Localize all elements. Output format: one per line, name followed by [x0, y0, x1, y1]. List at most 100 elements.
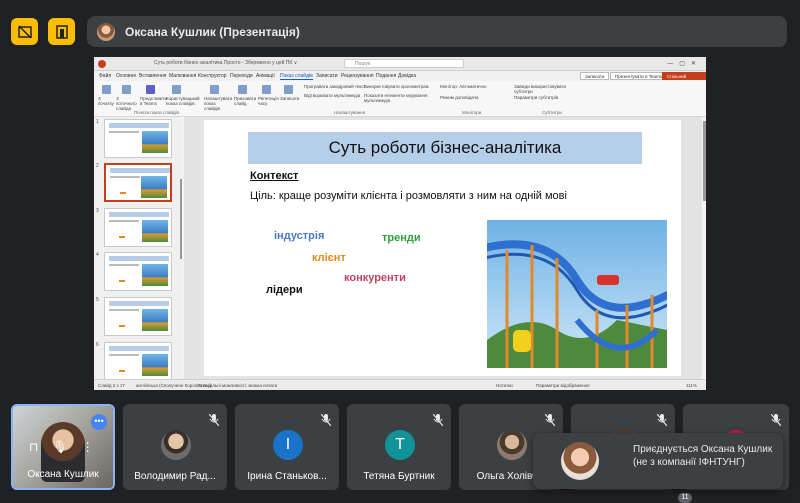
menu-draw[interactable]: Малювання	[169, 73, 196, 79]
window-controls[interactable]: —▢✕	[667, 60, 702, 67]
mic-icon[interactable]: 🎙	[52, 440, 67, 454]
word-client: клієнт	[312, 252, 346, 264]
hide-slide-icon[interactable]	[238, 85, 247, 94]
checkbox-timings[interactable]: Використовувати хронометраж	[364, 84, 434, 89]
join-notification-text: Приєднується Оксана Кушлик (не з компані…	[633, 444, 773, 468]
menu-slideshow[interactable]: Показ слайдів	[280, 73, 313, 80]
checkbox-media-controls[interactable]: Показати елементи керування мультимедіа	[364, 93, 439, 103]
window-title: Суть роботи бізнес-аналітика Просто - Зб…	[154, 60, 298, 66]
presenter-name: Оксана Кушлик (Презентація)	[125, 24, 300, 39]
slide-body-text: Ціль: краще розуміти клієнта і розмовлят…	[250, 190, 567, 202]
rollercoaster-image	[487, 220, 667, 368]
accessibility-status[interactable]: Спеціальні можливості: можна почати	[198, 383, 277, 388]
mic-off-icon	[545, 414, 555, 426]
pin-icon[interactable]: ⊓	[29, 440, 38, 454]
slide-subtitle: Контекст	[250, 170, 299, 182]
group-start: Почати показ слайдів	[134, 110, 179, 115]
word-trends: тренди	[382, 232, 421, 244]
zoom-level[interactable]: 111%	[686, 383, 697, 388]
word-industry: індустрія	[274, 230, 325, 242]
menu-design[interactable]: Конструктор	[198, 73, 227, 79]
record-top-button[interactable]: Записати	[580, 72, 610, 80]
setup-show-icon[interactable]	[210, 85, 219, 94]
hide-slide-button[interactable]: Приховати слайд	[234, 96, 256, 106]
mic-off-icon	[771, 414, 781, 426]
menu-file[interactable]: Файл	[99, 73, 111, 79]
mic-off-icon	[657, 414, 667, 426]
word-competitors: конкуренти	[344, 272, 406, 284]
more-options-icon[interactable]: •••	[91, 414, 107, 430]
word-leaders: лідери	[266, 284, 303, 296]
play-start-icon[interactable]	[102, 85, 111, 94]
participant-tile-self[interactable]: ••• ⊓ 🎙 ⋮ Оксана Кушлик	[11, 404, 115, 490]
participant-tile[interactable]: Володимир Рад...	[123, 404, 227, 490]
rehearse-button[interactable]: Репетиція часу	[258, 96, 280, 106]
setup-show-button[interactable]: Налаштувати показ слайдів	[204, 96, 232, 111]
group-monitors: Монітори	[462, 110, 482, 115]
menu-record[interactable]: Записати	[316, 73, 338, 79]
slide-counter: Слайд 2 з 17	[98, 383, 125, 388]
menu-transitions[interactable]: Переходи	[230, 73, 253, 79]
menu-insert[interactable]: Вставлення	[139, 73, 166, 79]
search-input[interactable]: Пошук	[344, 59, 464, 68]
from-beginning-button[interactable]: З початку	[98, 96, 116, 106]
mic-off-icon	[209, 414, 219, 426]
participant-tile[interactable]: І Ірина Станьков...	[235, 404, 339, 490]
slide-thumbnail[interactable]	[104, 252, 172, 291]
present-icon[interactable]	[48, 18, 75, 45]
custom-show-button[interactable]: Користувацький показ слайдів	[166, 96, 200, 106]
menu-home[interactable]: Основне	[116, 73, 136, 79]
checkbox-presenter-view[interactable]: Режим доповідача	[440, 95, 490, 100]
group-setup: Налаштування	[334, 110, 366, 115]
tile-controls: ⊓ 🎙 ⋮	[29, 440, 94, 454]
menu-view[interactable]: Подання	[376, 73, 396, 79]
display-settings-button[interactable]: Параметри відображення	[536, 383, 590, 388]
record-button[interactable]: Записати	[280, 96, 300, 101]
checkbox-media[interactable]: Відтворювати мультимедіа	[304, 93, 364, 98]
custom-show-icon[interactable]	[172, 85, 181, 94]
participant-count-badge[interactable]: 11	[678, 493, 692, 503]
teams-icon[interactable]	[146, 85, 155, 94]
monitor-select[interactable]: Монітор: Автоматично	[440, 84, 514, 89]
present-teams-top-button[interactable]: Презентувати в Teams	[610, 72, 667, 80]
participant-tile[interactable]: Т Тетяна Буртник	[347, 404, 451, 490]
thumb-number: 6	[96, 342, 99, 348]
group-captions: Субтитри	[542, 110, 562, 115]
checkbox-subtitles[interactable]: Завжди використовувати субтитри	[514, 84, 586, 94]
avatar: Т	[385, 430, 415, 460]
more-vert-icon[interactable]: ⋮	[82, 440, 94, 454]
slide-thumbnail[interactable]	[104, 119, 172, 158]
slide-thumbnail[interactable]	[104, 297, 172, 336]
avatar: І	[273, 430, 303, 460]
slide-title: Суть роботи бізнес-аналітика	[248, 132, 642, 164]
participant-name: Володимир Рад...	[134, 471, 216, 482]
slide-thumbnail-selected[interactable]	[104, 163, 172, 202]
slide-thumbnail[interactable]	[104, 342, 172, 381]
menu-animations[interactable]: Анімації	[256, 73, 275, 79]
play-current-icon[interactable]	[122, 85, 131, 94]
slide-scrollbar[interactable]	[703, 121, 706, 201]
ppt-titlebar: Суть роботи бізнес-аналітика Просто - Зб…	[94, 57, 706, 71]
record-icon[interactable]	[284, 85, 293, 94]
rehearse-icon[interactable]	[262, 85, 271, 94]
avatar	[497, 430, 527, 460]
participant-name: Оксана Кушлик	[27, 469, 99, 480]
subtitle-settings[interactable]: Параметри субтитрів	[514, 95, 574, 100]
avatar	[161, 430, 191, 460]
slide-thumbnail[interactable]	[104, 208, 172, 247]
present-teams-button[interactable]: Представити в Teams	[140, 96, 167, 106]
thumbnail-scrollbar[interactable]	[180, 179, 182, 259]
from-current-button[interactable]: З поточного слайда	[116, 96, 138, 111]
status-bar: Слайд 2 з 17 англійська (Сполучене Корол…	[94, 379, 706, 390]
notes-button[interactable]: Нотатки	[496, 383, 513, 388]
thumb-number: 1	[96, 119, 99, 125]
menu-help[interactable]: Довідка	[398, 73, 416, 79]
ribbon: З початку З поточного слайда Представити…	[94, 72, 706, 117]
menu-review[interactable]: Рецензування	[341, 73, 374, 79]
thumb-number: 5	[96, 297, 99, 303]
join-notification[interactable]: Приєднується Оксана Кушлик (не з компані…	[533, 433, 783, 489]
participant-name: Ірина Станьков...	[247, 471, 327, 482]
no-camera-icon[interactable]	[11, 18, 38, 45]
current-slide[interactable]: Суть роботи бізнес-аналітика Контекст Ці…	[204, 120, 681, 376]
share-button[interactable]: Спільний доступ	[662, 72, 706, 87]
